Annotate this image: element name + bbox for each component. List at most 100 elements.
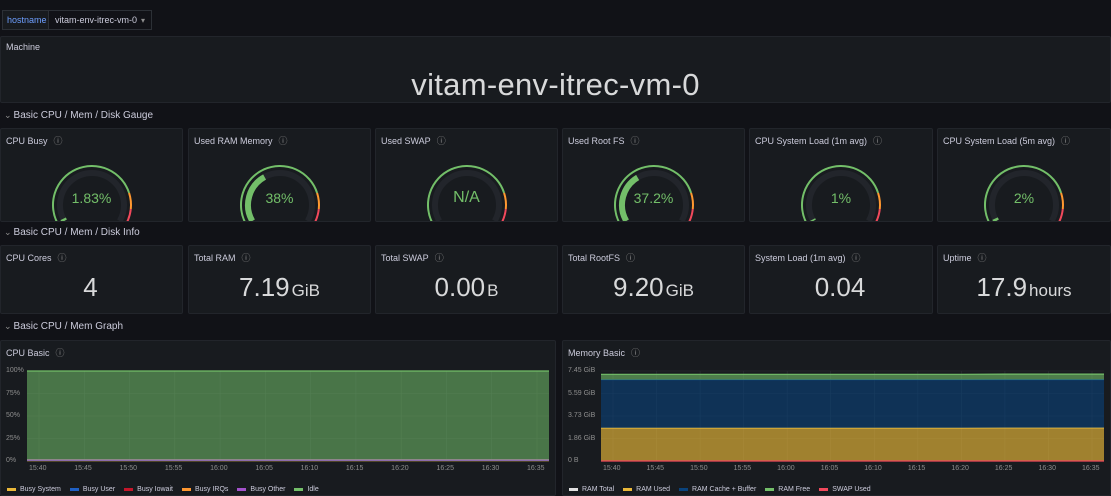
gauge-value: 38%	[265, 190, 294, 206]
legend-item[interactable]: Idle	[294, 486, 319, 493]
stat-number: 17.9	[976, 272, 1028, 302]
panel-title: System Load (1m avg) ⓘ	[755, 251, 861, 264]
info-icon[interactable]: ⓘ	[279, 134, 288, 147]
info-icon[interactable]: ⓘ	[978, 251, 987, 264]
gauge: 2%	[969, 161, 1079, 221]
row-title-info[interactable]: ⌄ Basic CPU / Mem / Disk Info	[4, 227, 140, 238]
stat-value: 4	[1, 272, 182, 303]
legend-item[interactable]: SWAP Used	[819, 486, 871, 493]
legend-swatch	[765, 487, 775, 491]
y-tick-label: 0%	[6, 457, 17, 464]
legend-label: RAM Used	[636, 486, 671, 493]
stat-value: 7.19 GiB	[189, 272, 370, 303]
x-tick-label: 16:00	[210, 465, 228, 472]
stat-value: 0.00 B	[376, 272, 557, 303]
legend-label: Busy User	[82, 486, 116, 493]
row-title-graph[interactable]: ⌄ Basic CPU / Mem Graph	[4, 321, 123, 332]
stat-unit: GiB	[665, 281, 694, 300]
legend-item[interactable]: RAM Used	[623, 486, 670, 493]
legend-swatch	[819, 487, 829, 491]
x-tick-label: 16:30	[1038, 465, 1056, 472]
panel-title: CPU System Load (5m avg) ⓘ	[943, 134, 1070, 147]
stat-value: 0.04	[750, 272, 932, 303]
stat-panel: Uptime ⓘ 17.9 hours	[937, 245, 1111, 314]
info-icon[interactable]: ⓘ	[1061, 134, 1070, 147]
panel-title: Total SWAP ⓘ	[381, 251, 444, 264]
legend-item[interactable]: RAM Free	[765, 486, 810, 493]
x-tick-label: 15:45	[74, 465, 92, 472]
hostname-select[interactable]: vitam-env-itrec-vm-0 ▾	[48, 10, 153, 30]
x-tick-label: 16:25	[436, 465, 454, 472]
legend-label: Busy Other	[250, 486, 286, 493]
legend-item[interactable]: Busy User	[69, 486, 116, 493]
x-tick-label: 15:40	[603, 465, 621, 472]
panel-title: Uptime ⓘ	[943, 251, 987, 264]
stat-panel: Total RootFS ⓘ 9.20 GiB	[562, 245, 745, 314]
row-title-gauge[interactable]: ⌄ Basic CPU / Mem / Disk Gauge	[4, 110, 153, 121]
series-area	[601, 379, 1104, 428]
machine-panel: Machine vitam-env-itrec-vm-0	[0, 36, 1111, 103]
x-tick-label: 16:20	[391, 465, 409, 472]
gauge: N/A	[412, 161, 522, 221]
x-tick-label: 16:25	[994, 465, 1013, 472]
panel-title: Total RAM ⓘ	[194, 251, 251, 264]
variables-bar: hostname vitam-env-itrec-vm-0 ▾	[0, 0, 1111, 34]
panel-title-label: CPU Cores	[6, 253, 52, 263]
memory-basic-panel: Memory Basic ⓘ 7.45 GiB 5.59 GiB 3.73 GiB 1.…	[562, 340, 1111, 496]
x-tick-label: 15:45	[646, 465, 665, 472]
legend-item[interactable]: RAM Total	[569, 486, 614, 493]
x-tick-label: 15:50	[690, 465, 708, 472]
gauge-panel: CPU System Load (5m avg) ⓘ 2%	[937, 128, 1111, 222]
panel-title-label: CPU System Load (5m avg)	[943, 136, 1056, 146]
x-tick-label: 16:05	[820, 465, 839, 472]
info-icon[interactable]: ⓘ	[626, 251, 635, 264]
gauge-fill	[809, 218, 816, 221]
legend-label: Idle	[307, 486, 319, 493]
info-icon[interactable]: ⓘ	[437, 134, 446, 147]
legend-label: RAM Free	[778, 486, 811, 493]
legend-label: Busy IRQs	[194, 486, 229, 493]
stat-number: 4	[83, 272, 98, 302]
legend-item[interactable]: RAM Cache + Buffer	[679, 486, 756, 493]
legend-item[interactable]: Busy IRQs	[181, 486, 229, 493]
x-tick-label: 16:00	[777, 465, 795, 472]
x-tick-label: 15:55	[164, 465, 183, 472]
gauge-value: 2%	[1013, 190, 1035, 206]
gauge: 37.2%	[599, 161, 709, 221]
stat-panel: System Load (1m avg) ⓘ 0.04	[749, 245, 933, 314]
legend-item[interactable]: Busy Iowait	[124, 486, 173, 493]
panel-title-label: CPU System Load (1m avg)	[755, 136, 868, 146]
info-icon[interactable]: ⓘ	[852, 251, 861, 264]
panel-title-label: Uptime	[943, 253, 972, 263]
info-icon[interactable]: ⓘ	[58, 251, 67, 264]
machine-value: vitam-env-itrec-vm-0	[411, 67, 700, 102]
y-tick-label: 25%	[6, 434, 21, 442]
series-area	[27, 371, 549, 460]
chevron-down-icon: ⌄	[4, 227, 12, 237]
info-icon[interactable]: ⓘ	[435, 251, 444, 264]
legend-item[interactable]: Busy System	[7, 486, 61, 493]
gauge-panel: CPU Busy ⓘ 1.83%	[0, 128, 183, 222]
chart-legend: Busy System Busy User Busy Iowait Busy IRQs…	[7, 486, 328, 493]
panel-title-label: Total SWAP	[381, 253, 429, 263]
legend-label: SWAP Used	[832, 486, 871, 493]
gauge: 38%	[225, 161, 335, 221]
y-tick-label: 3.73 GiB	[568, 412, 596, 419]
legend-item[interactable]: Busy Other	[237, 486, 285, 493]
legend-label: RAM Total	[582, 486, 615, 493]
legend-swatch	[7, 487, 16, 491]
gauge-panel: CPU System Load (1m avg) ⓘ 1%	[749, 128, 933, 222]
stat-number: 7.19	[239, 272, 290, 302]
info-icon[interactable]: ⓘ	[242, 251, 251, 264]
stat-number: 0.00	[434, 272, 486, 302]
info-icon[interactable]: ⓘ	[54, 134, 63, 147]
info-icon[interactable]: ⓘ	[631, 134, 640, 147]
x-tick-label: 16:10	[300, 465, 319, 472]
panel-title: Used RAM Memory ⓘ	[194, 134, 288, 147]
gauge: 1%	[786, 161, 896, 221]
row-title-label: Basic CPU / Mem / Disk Info	[13, 227, 140, 238]
stat-panel: CPU Cores ⓘ 4	[0, 245, 183, 314]
legend-label: RAM Cache + Buffer	[692, 486, 757, 493]
stat-panel: Total RAM ⓘ 7.19 GiB	[188, 245, 371, 314]
info-icon[interactable]: ⓘ	[873, 134, 882, 147]
